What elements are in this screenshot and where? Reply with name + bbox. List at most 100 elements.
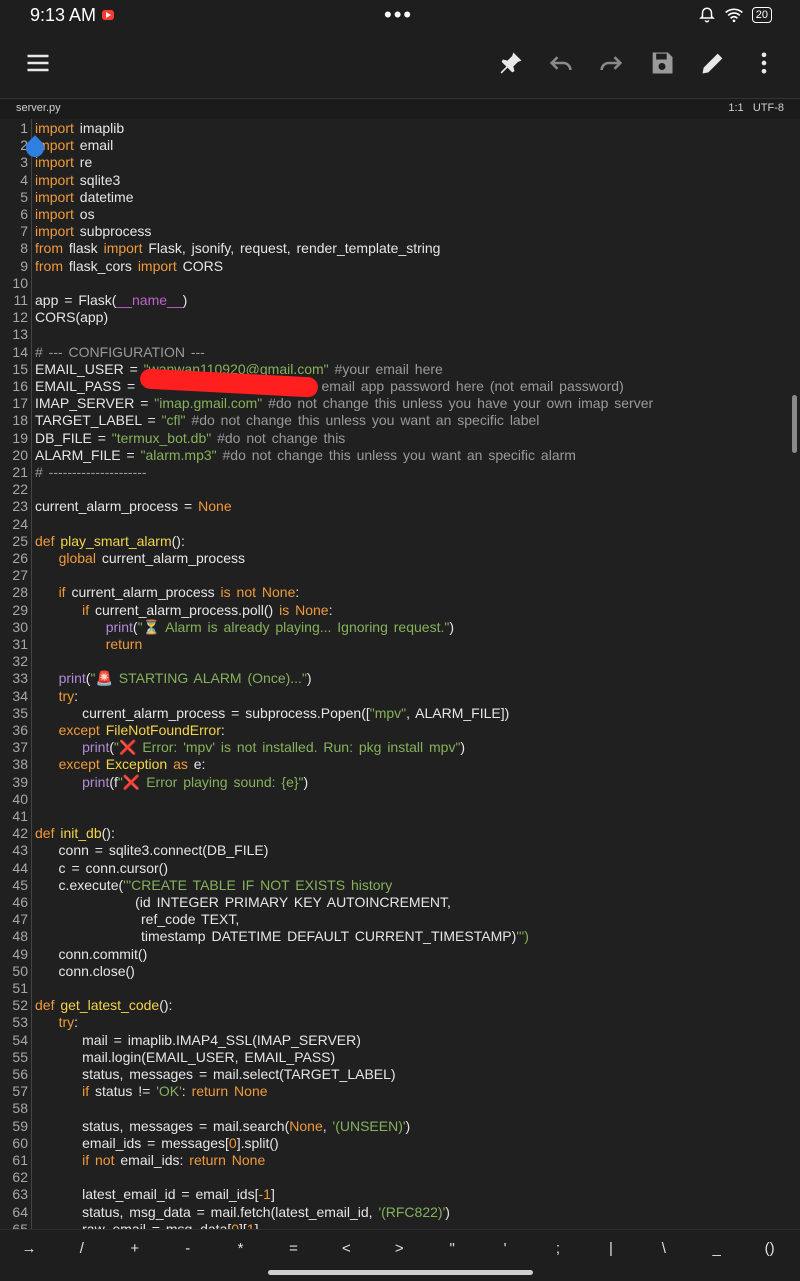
code-text[interactable]: import imaplib bbox=[35, 120, 124, 137]
code-text[interactable]: import re bbox=[35, 154, 92, 171]
code-line[interactable]: 10 bbox=[0, 275, 800, 292]
code-text[interactable]: timestamp DATETIME DEFAULT CURRENT_TIMES… bbox=[35, 928, 529, 945]
code-text[interactable]: raw_email = msg_data[0][1] bbox=[35, 1221, 258, 1229]
code-text[interactable]: except Exception as e: bbox=[35, 756, 206, 773]
code-text[interactable]: conn = sqlite3.connect(DB_FILE) bbox=[35, 842, 269, 859]
file-encoding[interactable]: UTF-8 bbox=[753, 102, 784, 114]
code-line[interactable]: 1 import imaplib bbox=[0, 120, 800, 137]
code-line[interactable]: 41 bbox=[0, 808, 800, 825]
code-line[interactable]: 6 import os bbox=[0, 206, 800, 223]
code-text[interactable]: status, msg_data = mail.fetch(latest_ema… bbox=[35, 1204, 450, 1221]
code-line[interactable]: 2 import email bbox=[0, 137, 800, 154]
code-text[interactable]: def get_latest_code(): bbox=[35, 997, 172, 1014]
redo-button[interactable] bbox=[597, 49, 629, 81]
code-text[interactable]: # --------------------- bbox=[35, 464, 147, 481]
code-text[interactable]: mail = imaplib.IMAP4_SSL(IMAP_SERVER) bbox=[35, 1032, 361, 1049]
code-line[interactable]: 8 from flask import Flask, jsonify, reque… bbox=[0, 240, 800, 257]
code-line[interactable]: 28 if current_alarm_process is not None: bbox=[0, 584, 800, 601]
code-line[interactable]: 51 bbox=[0, 980, 800, 997]
code-line[interactable]: 16 EMAIL_PASS = " " #your email app passw… bbox=[0, 378, 800, 395]
code-text[interactable]: import subprocess bbox=[35, 223, 151, 240]
extra-key[interactable]: ' bbox=[490, 1240, 520, 1257]
code-line[interactable]: 3 import re bbox=[0, 154, 800, 171]
code-text[interactable]: c.execute('''CREATE TABLE IF NOT EXISTS … bbox=[35, 877, 393, 894]
file-name-tab[interactable]: server.py bbox=[16, 102, 61, 114]
code-line[interactable]: 42 def init_db(): bbox=[0, 825, 800, 842]
multitask-dots[interactable]: ••• bbox=[384, 2, 413, 28]
code-line[interactable]: 61 if not email_ids: return None bbox=[0, 1152, 800, 1169]
edit-button[interactable] bbox=[699, 49, 731, 81]
code-line[interactable]: 19 DB_FILE = "termux_bot.db" #do not chan… bbox=[0, 430, 800, 447]
code-line[interactable]: 57 if status != 'OK': return None bbox=[0, 1083, 800, 1100]
code-line[interactable]: 21 # --------------------- bbox=[0, 464, 800, 481]
code-line[interactable]: 49 conn.commit() bbox=[0, 946, 800, 963]
extra-key[interactable]: | bbox=[596, 1240, 626, 1257]
extra-key[interactable]: > bbox=[384, 1240, 414, 1257]
code-line[interactable]: 60 email_ids = messages[0].split() bbox=[0, 1135, 800, 1152]
code-line[interactable]: 52 def get_latest_code(): bbox=[0, 997, 800, 1014]
code-text[interactable]: print("🚨 STARTING ALARM (Once)...") bbox=[35, 670, 312, 687]
extra-key[interactable]: \ bbox=[649, 1240, 679, 1257]
extra-key[interactable]: → bbox=[14, 1240, 44, 1257]
code-line[interactable]: 65 raw_email = msg_data[0][1] bbox=[0, 1221, 800, 1229]
code-text[interactable]: print(f"❌ Error playing sound: {e}") bbox=[35, 774, 308, 791]
code-text[interactable]: if current_alarm_process.poll() is None: bbox=[35, 602, 332, 619]
code-text[interactable]: print("❌ Error: 'mpv' is not installed. … bbox=[35, 739, 465, 756]
extra-key[interactable]: - bbox=[173, 1240, 203, 1257]
code-line[interactable]: 15 EMAIL_USER = "wanwan110920@gmail.com" … bbox=[0, 361, 800, 378]
code-line[interactable]: 13 bbox=[0, 326, 800, 343]
code-line[interactable]: 47 ref_code TEXT, bbox=[0, 911, 800, 928]
code-text[interactable]: if not email_ids: return None bbox=[35, 1152, 265, 1169]
code-text[interactable]: status, messages = mail.search(None, '(U… bbox=[35, 1118, 410, 1135]
code-text[interactable]: mail.login(EMAIL_USER, EMAIL_PASS) bbox=[35, 1049, 335, 1066]
code-text[interactable]: import os bbox=[35, 206, 95, 223]
code-line[interactable]: 23 current_alarm_process = None bbox=[0, 498, 800, 515]
code-line[interactable]: 36 except FileNotFoundError: bbox=[0, 722, 800, 739]
code-text[interactable]: c = conn.cursor() bbox=[35, 860, 168, 877]
code-line[interactable]: 26 global current_alarm_process bbox=[0, 550, 800, 567]
code-line[interactable]: 9 from flask_cors import CORS bbox=[0, 258, 800, 275]
code-line[interactable]: 64 status, msg_data = mail.fetch(latest_… bbox=[0, 1204, 800, 1221]
code-line[interactable]: 29 if current_alarm_process.poll() is No… bbox=[0, 602, 800, 619]
code-text[interactable]: return bbox=[35, 636, 143, 653]
code-line[interactable]: 14 # --- CONFIGURATION --- bbox=[0, 344, 800, 361]
code-line[interactable]: 11 app = Flask(__name__) bbox=[0, 292, 800, 309]
code-line[interactable]: 22 bbox=[0, 481, 800, 498]
code-line[interactable]: 45 c.execute('''CREATE TABLE IF NOT EXIS… bbox=[0, 877, 800, 894]
code-line[interactable]: 12 CORS(app) bbox=[0, 309, 800, 326]
code-line[interactable]: 53 try: bbox=[0, 1014, 800, 1031]
code-line[interactable]: 33 print("🚨 STARTING ALARM (Once)...") bbox=[0, 670, 800, 687]
code-line[interactable]: 48 timestamp DATETIME DEFAULT CURRENT_TI… bbox=[0, 928, 800, 945]
code-line[interactable]: 38 except Exception as e: bbox=[0, 756, 800, 773]
code-line[interactable]: 37 print("❌ Error: 'mpv' is not installe… bbox=[0, 739, 800, 756]
extra-key[interactable]: = bbox=[279, 1240, 309, 1257]
code-line[interactable]: 63 latest_email_id = email_ids[-1] bbox=[0, 1186, 800, 1203]
code-line[interactable]: 62 bbox=[0, 1169, 800, 1186]
code-text[interactable]: def init_db(): bbox=[35, 825, 115, 842]
code-text[interactable]: (id INTEGER PRIMARY KEY AUTOINCREMENT, bbox=[35, 894, 451, 911]
code-line[interactable]: 27 bbox=[0, 567, 800, 584]
code-line[interactable]: 32 bbox=[0, 653, 800, 670]
extra-key[interactable]: ; bbox=[543, 1240, 573, 1257]
code-text[interactable]: if current_alarm_process is not None: bbox=[35, 584, 300, 601]
code-line[interactable]: 58 bbox=[0, 1100, 800, 1117]
code-text[interactable]: latest_email_id = email_ids[-1] bbox=[35, 1186, 275, 1203]
code-text[interactable]: import sqlite3 bbox=[35, 172, 120, 189]
pin-button[interactable] bbox=[497, 49, 529, 81]
code-text[interactable]: EMAIL_PASS = " " #your email app passwor… bbox=[35, 378, 624, 395]
code-line[interactable]: 39 print(f"❌ Error playing sound: {e}") bbox=[0, 774, 800, 791]
code-text[interactable]: try: bbox=[35, 1014, 78, 1031]
code-text[interactable]: IMAP_SERVER = "imap.gmail.com" #do not c… bbox=[35, 395, 653, 412]
code-line[interactable]: 30 print("⏳ Alarm is already playing... … bbox=[0, 619, 800, 636]
code-line[interactable]: 50 conn.close() bbox=[0, 963, 800, 980]
extra-key[interactable]: () bbox=[755, 1240, 785, 1257]
code-text[interactable]: conn.close() bbox=[35, 963, 135, 980]
code-line[interactable]: 7 import subprocess bbox=[0, 223, 800, 240]
code-line[interactable]: 55 mail.login(EMAIL_USER, EMAIL_PASS) bbox=[0, 1049, 800, 1066]
code-text[interactable]: app = Flask(__name__) bbox=[35, 292, 187, 309]
code-text[interactable]: DB_FILE = "termux_bot.db" #do not change… bbox=[35, 430, 345, 447]
code-text[interactable]: from flask_cors import CORS bbox=[35, 258, 223, 275]
code-text[interactable]: status, messages = mail.select(TARGET_LA… bbox=[35, 1066, 395, 1083]
code-text[interactable]: CORS(app) bbox=[35, 309, 108, 326]
extra-key[interactable]: / bbox=[67, 1240, 97, 1257]
